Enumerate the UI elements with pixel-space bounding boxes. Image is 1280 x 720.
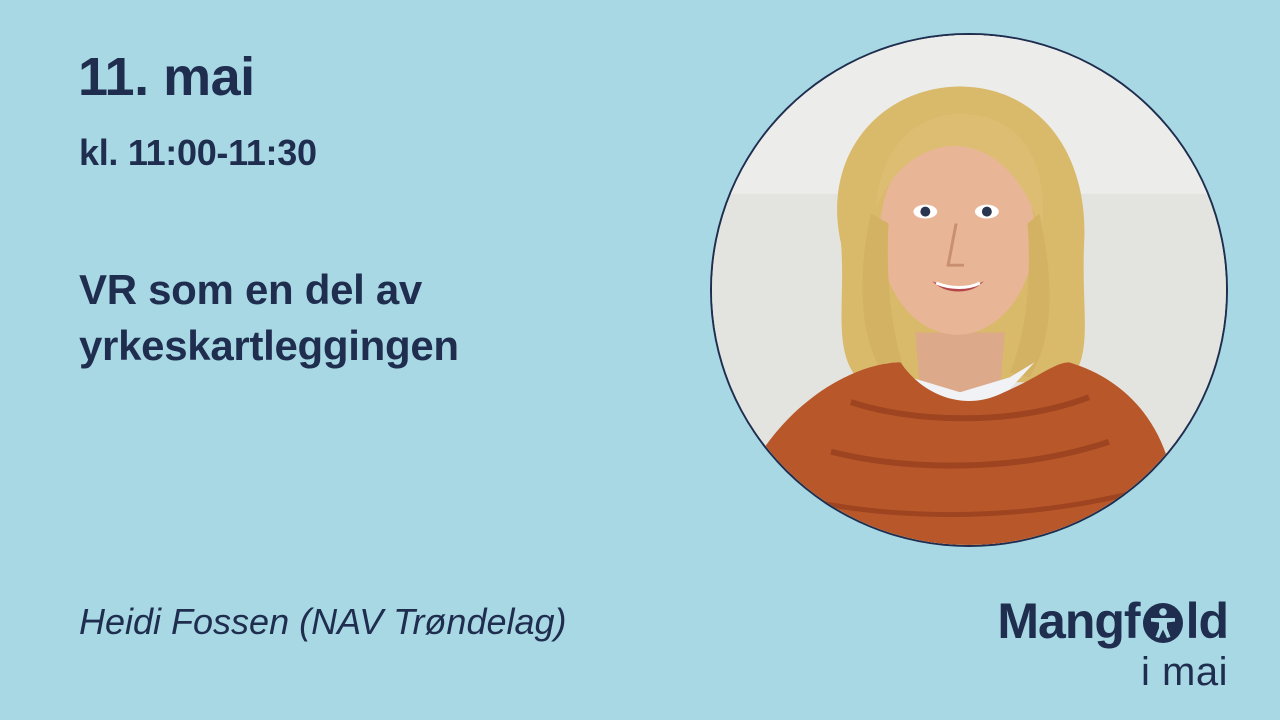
logo-wordmark: Mangf ld <box>997 593 1229 649</box>
logo-word-part-2: ld <box>1185 593 1229 649</box>
event-title-line-2: yrkeskartleggingen <box>79 322 459 369</box>
speaker-photo <box>710 33 1228 547</box>
logo-word-part-1: Mangf <box>997 593 1140 649</box>
event-time: kl. 11:00-11:30 <box>79 132 317 173</box>
mangfold-i-mai-logo: Mangf ld i mai <box>997 593 1229 694</box>
logo-subline: i mai <box>1141 650 1228 694</box>
speaker-name: Heidi Fossen (NAV Trøndelag) <box>79 601 567 642</box>
event-date: 11. mai <box>78 47 255 107</box>
accessibility-person-icon <box>1141 601 1185 645</box>
event-title: VR som en del av yrkeskartleggingen <box>79 262 639 374</box>
event-title-line-1: VR som en del av <box>79 266 422 313</box>
